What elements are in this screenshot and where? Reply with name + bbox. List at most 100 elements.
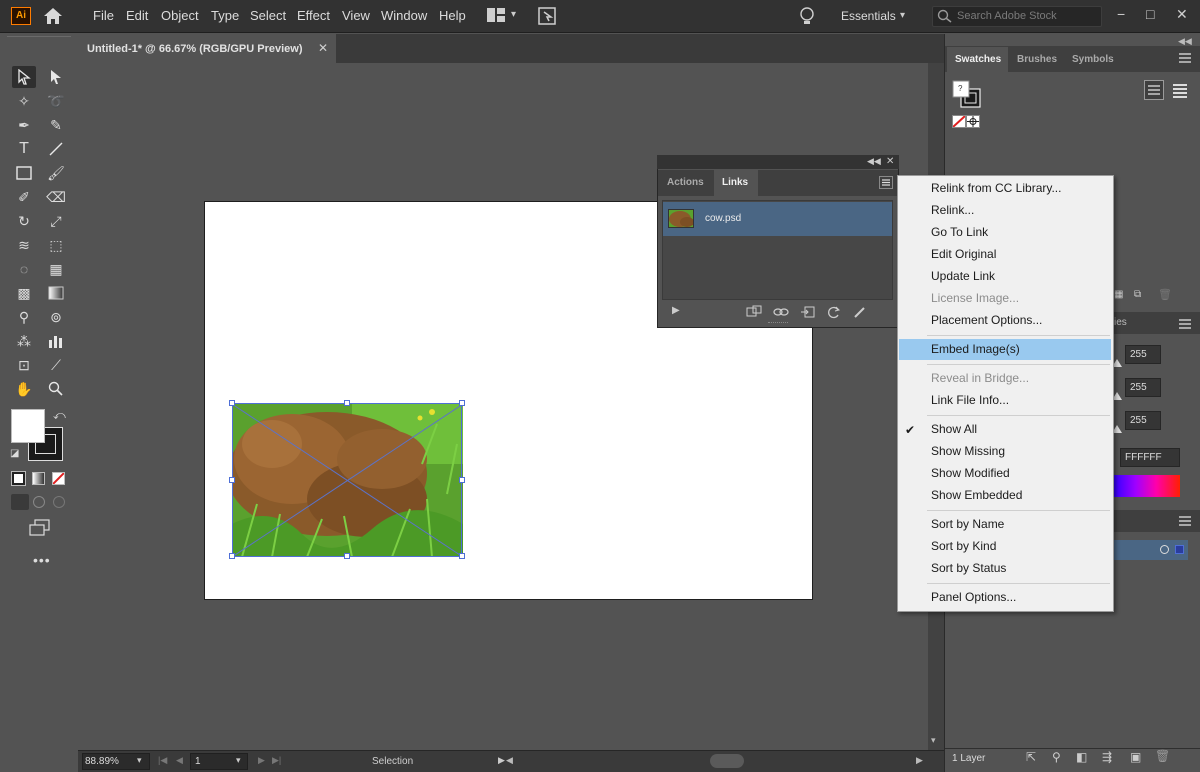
selection-tool-icon[interactable] (12, 66, 36, 88)
list-item[interactable] (663, 202, 892, 236)
shape-builder-icon[interactable]: ◌ (12, 258, 36, 280)
menu-item-link-file-info[interactable]: Link File Info... (931, 393, 1009, 407)
free-transform-icon[interactable]: ⬚ (44, 234, 68, 256)
resize-handle-b[interactable] (344, 553, 350, 559)
minimize-button[interactable]: − (1117, 6, 1125, 22)
next-artboard-icon[interactable]: ▶ (258, 755, 265, 766)
eyedropper-icon[interactable]: ⚲ (12, 306, 36, 328)
blend-tool-icon[interactable]: ⊚ (44, 306, 68, 328)
tab-actions[interactable]: Actions (667, 177, 704, 188)
scroll-right-icon[interactable]: ▶ (916, 755, 923, 766)
menu-item-relink[interactable]: Relink... (931, 203, 974, 217)
menu-item-relink-cc-library[interactable]: Relink from CC Library... (931, 181, 1061, 195)
lightbulb-icon[interactable] (798, 6, 816, 26)
shaper-tool-icon[interactable]: ✐ (12, 186, 36, 208)
chevron-down-icon[interactable]: ▾ (900, 10, 905, 21)
width-tool-icon[interactable]: ≋ (12, 234, 36, 256)
none-mode-icon[interactable] (52, 472, 65, 485)
chevron-down-icon[interactable]: ▾ (137, 755, 142, 766)
rectangle-tool-icon[interactable] (12, 162, 36, 184)
menu-item-reveal-in-bridge[interactable]: Reveal in Bridge... (931, 371, 1029, 385)
hand-tool-icon[interactable]: ✋ (12, 378, 36, 400)
hex-color-field[interactable]: FFFFFF (1120, 448, 1180, 467)
swatch-library-icon[interactable]: ▦ (1114, 289, 1123, 300)
screen-mode-icon[interactable] (29, 519, 51, 537)
app-logo[interactable]: Ai (11, 7, 31, 25)
resize-handle-l[interactable] (229, 477, 235, 483)
gradient-mode-icon[interactable] (32, 472, 45, 485)
perspective-grid-icon[interactable]: ▦ (44, 258, 68, 280)
menu-object[interactable]: Object (161, 8, 199, 23)
scale-tool-icon[interactable]: ⤢ (44, 210, 68, 232)
menu-help[interactable]: Help (439, 8, 466, 23)
resize-handle-tl[interactable] (229, 400, 235, 406)
resize-handle-bl[interactable] (229, 553, 235, 559)
zoom-tool-icon[interactable] (44, 378, 68, 400)
chevron-down-icon[interactable]: ▾ (511, 9, 516, 20)
draw-normal-icon[interactable] (11, 494, 29, 510)
eraser-icon[interactable]: ⌫ (44, 186, 68, 208)
delete-layer-icon[interactable]: 🗑 (1155, 749, 1170, 763)
first-artboard-icon[interactable]: |◀ (158, 755, 167, 766)
new-sublayer-icon[interactable]: ⇶ (1102, 750, 1112, 764)
previous-artboard-icon[interactable]: ◀ (176, 755, 183, 766)
document-title[interactable]: Untitled-1* @ 66.67% (RGB/GPU Preview) (87, 43, 303, 55)
artboard-tool-icon[interactable]: ⊡ (12, 354, 36, 376)
horizontal-scrollbar-thumb[interactable] (710, 754, 744, 768)
tab-brushes[interactable]: Brushes (1017, 54, 1057, 65)
line-tool-icon[interactable] (44, 138, 68, 160)
lasso-icon[interactable]: ➰ (44, 90, 68, 112)
tab-links[interactable]: Links (722, 177, 748, 188)
menu-item-show-embedded[interactable]: Show Embedded (931, 488, 1022, 502)
update-link-icon[interactable] (826, 305, 842, 319)
links-panel-menu-button[interactable] (879, 176, 893, 189)
gpu-performance-icon[interactable] (538, 7, 558, 25)
edit-original-icon[interactable] (852, 305, 868, 319)
hamburger-menu-icon[interactable] (1178, 52, 1192, 64)
fill-stroke-indicator[interactable]: ? (952, 80, 982, 110)
menu-item-sort-by-kind[interactable]: Sort by Kind (931, 539, 996, 553)
tab-swatches[interactable]: Swatches (955, 54, 1001, 65)
column-graph-icon[interactable] (44, 330, 68, 352)
menu-window[interactable]: Window (381, 8, 427, 23)
resize-grip[interactable] (768, 322, 788, 326)
blue-value-field[interactable]: 255 (1125, 411, 1161, 430)
chevron-down-icon[interactable]: ▾ (236, 755, 241, 766)
show-info-icon[interactable]: ▶ (672, 305, 680, 316)
menu-item-embed-images[interactable]: Embed Image(s) (931, 342, 1020, 356)
edit-toolbar-icon[interactable]: ••• (33, 552, 51, 568)
color-spectrum[interactable] (1112, 475, 1180, 497)
list-view-icon[interactable] (1144, 80, 1164, 100)
symbol-sprayer-icon[interactable]: ⁂ (12, 330, 36, 352)
swap-fill-stroke-icon[interactable]: ⤺ (53, 408, 66, 423)
menu-item-update-link[interactable]: Update Link (931, 269, 995, 283)
layer-selection-indicator[interactable] (1175, 545, 1184, 554)
hamburger-menu-icon[interactable] (1178, 318, 1192, 330)
swatch-registration[interactable] (966, 115, 980, 128)
menu-file[interactable]: File (93, 8, 114, 23)
tab-properties-fragment[interactable]: ies (1114, 317, 1127, 328)
menu-item-sort-by-name[interactable]: Sort by Name (931, 517, 1004, 531)
export-icon[interactable]: ⇱ (1026, 750, 1036, 764)
close-panel-icon[interactable]: ✕ (886, 156, 894, 167)
scroll-left-icon[interactable]: ◀ (506, 755, 513, 766)
menu-item-show-modified[interactable]: Show Modified (931, 466, 1010, 480)
draw-inside-icon[interactable] (53, 496, 65, 508)
tab-symbols[interactable]: Symbols (1072, 54, 1114, 65)
draw-behind-icon[interactable] (33, 496, 45, 508)
menu-item-show-missing[interactable]: Show Missing (931, 444, 1005, 458)
collapse-panel-icon[interactable]: ◀◀ (867, 156, 881, 167)
status-menu-icon[interactable]: ▶ (498, 755, 505, 766)
menu-item-go-to-link[interactable]: Go To Link (931, 225, 988, 239)
slice-tool-icon[interactable]: ⟋ (44, 354, 68, 376)
relink-icon[interactable] (773, 305, 789, 319)
resize-handle-r[interactable] (459, 477, 465, 483)
rotate-tool-icon[interactable]: ↻ (12, 210, 36, 232)
last-artboard-icon[interactable]: ▶| (272, 755, 281, 766)
resize-handle-br[interactable] (459, 553, 465, 559)
gradient-tool-icon[interactable] (44, 282, 68, 304)
type-tool-icon[interactable]: T (12, 138, 36, 160)
mesh-tool-icon[interactable]: ▩ (12, 282, 36, 304)
green-value-field[interactable]: 255 (1125, 378, 1161, 397)
maximize-button[interactable]: □ (1146, 6, 1154, 22)
